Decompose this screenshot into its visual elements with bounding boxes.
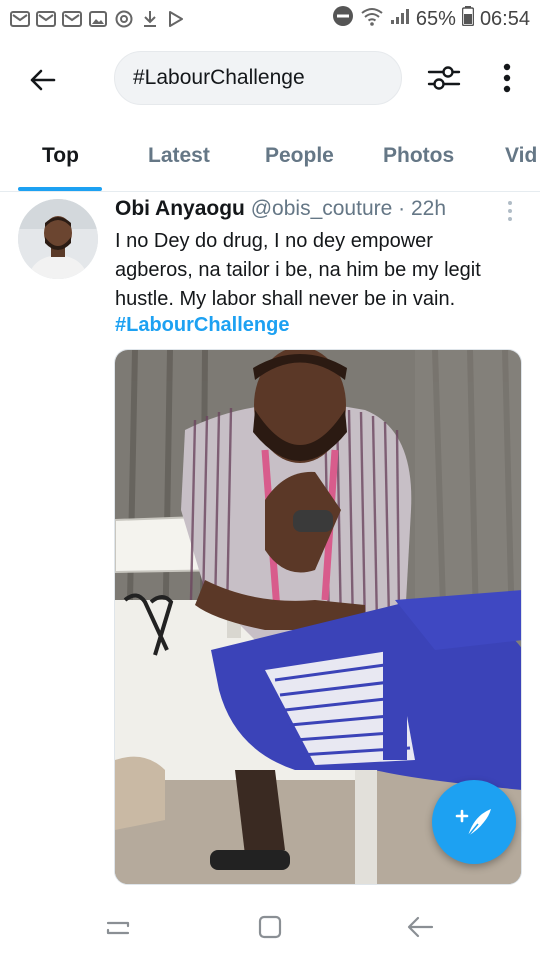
tweet-header: Obi Anyaogu @obis_couture · 22h (115, 197, 446, 221)
battery-level: 65% (415, 7, 456, 30)
chrome-icon (114, 10, 134, 28)
battery-icon (461, 6, 475, 32)
compose-tweet-button[interactable] (432, 780, 516, 864)
sliders-icon (427, 66, 461, 90)
hashtag-link[interactable]: #LabourChallenge (115, 314, 289, 337)
separator-dot: · (398, 197, 406, 220)
gmail-icon (36, 10, 56, 28)
do-not-disturb-icon (332, 5, 354, 33)
search-header: #LabourChallenge (0, 48, 540, 110)
signal-icon (390, 7, 410, 31)
search-tabs: Top Latest People Photos Vid (0, 126, 540, 192)
tweet-text: I no Dey do drug, I no dey empower agber… (115, 230, 481, 310)
home-square-icon (258, 915, 282, 939)
tab-photos[interactable]: Photos (383, 144, 454, 168)
tab-latest[interactable]: Latest (148, 144, 210, 168)
system-indicators: 65% 06:54 (332, 5, 530, 33)
arrow-left-icon (30, 69, 56, 91)
search-input[interactable]: #LabourChallenge (114, 51, 402, 105)
tab-top[interactable]: Top (42, 144, 79, 168)
search-filter-button[interactable] (424, 58, 464, 98)
gmail-icon (10, 10, 30, 28)
play-store-icon (166, 10, 186, 28)
status-bar: 65% 06:54 (0, 0, 540, 38)
tab-videos[interactable]: Vid (505, 144, 537, 168)
system-navigation-bar (0, 893, 540, 960)
image-icon (88, 10, 108, 28)
recent-apps-button[interactable] (100, 909, 136, 945)
gmail-icon (62, 10, 82, 28)
author-name[interactable]: Obi Anyaogu (115, 197, 245, 220)
active-tab-indicator (18, 187, 102, 191)
download-icon (140, 10, 160, 28)
home-button[interactable] (252, 909, 288, 945)
overflow-menu-button[interactable] (490, 58, 524, 98)
search-query: #LabourChallenge (133, 66, 305, 89)
author-handle[interactable]: @obis_couture (251, 197, 393, 220)
more-vertical-icon (503, 63, 511, 93)
clock: 06:54 (479, 7, 530, 30)
notification-icons (10, 10, 186, 28)
wifi-icon (360, 6, 384, 32)
back-arrow-icon (407, 916, 434, 938)
tweet-timestamp: 22h (411, 197, 447, 220)
back-button[interactable] (22, 60, 62, 100)
tweet-options-button[interactable] (500, 201, 520, 227)
tab-people[interactable]: People (265, 144, 334, 168)
compose-feather-icon (455, 809, 491, 837)
recent-apps-icon (106, 921, 130, 935)
avatar[interactable] (18, 199, 98, 279)
back-nav-button[interactable] (402, 909, 438, 945)
